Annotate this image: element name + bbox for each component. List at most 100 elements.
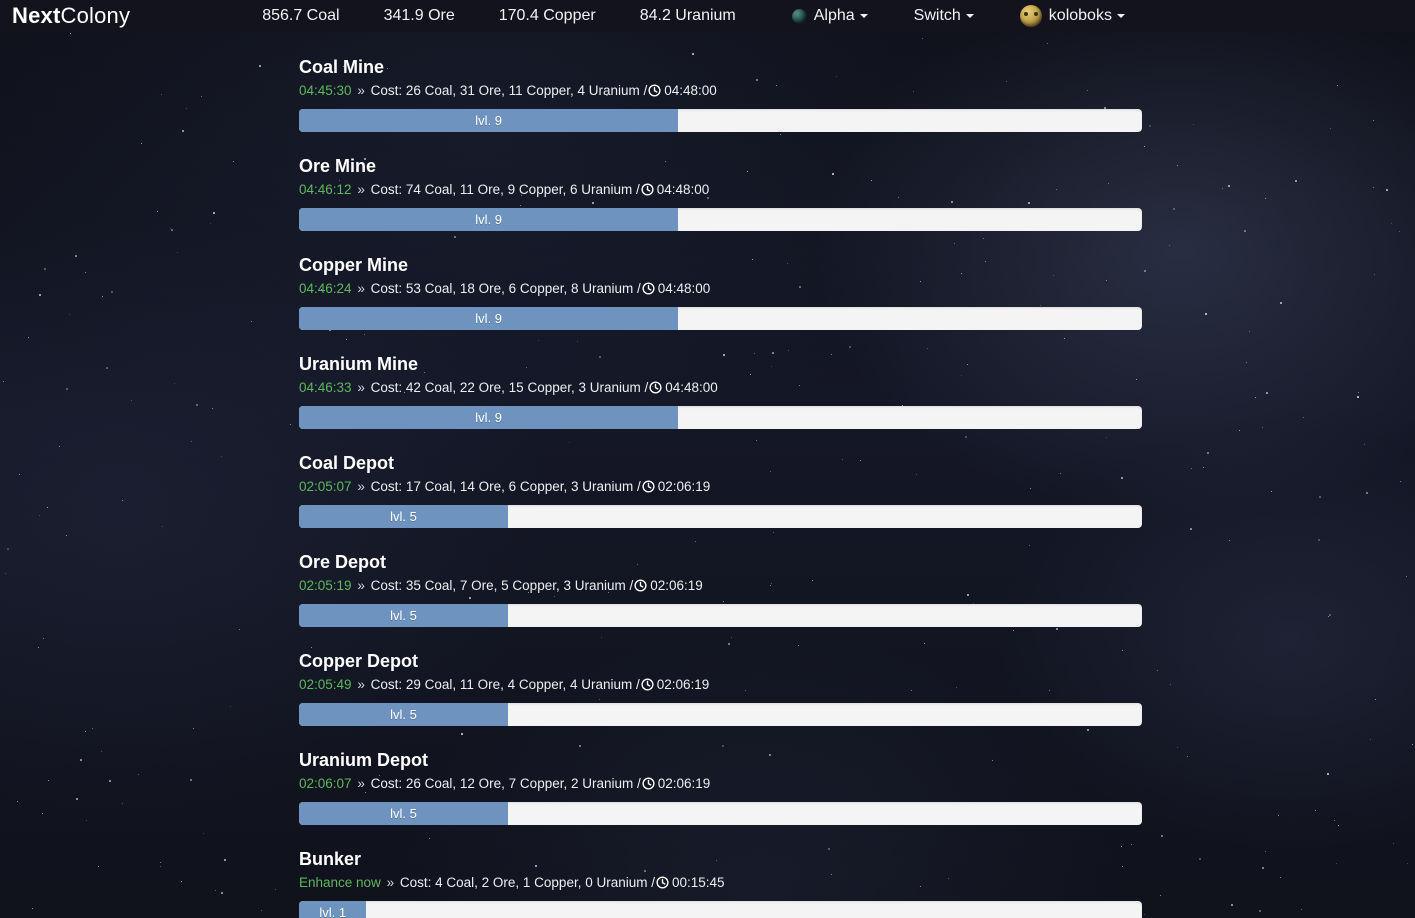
building-card: Bunker Enhance now » Cost: 4 Coal, 2 Ore,… [299, 848, 1142, 918]
clock-icon [642, 480, 655, 493]
building-name: Copper Mine [299, 255, 409, 275]
building-level-label: lvl. 9 [475, 410, 503, 425]
building-duration: 02:06:19 [657, 479, 711, 494]
building-level-label: lvl. 1 [319, 905, 347, 918]
chevron-down-icon [1116, 14, 1125, 18]
building-level-label: lvl. 5 [390, 806, 417, 821]
building-meta: Enhance now » Cost: 4 Coal, 2 Ore, 1 Cop… [299, 874, 1142, 892]
building-duration: 04:48:00 [664, 83, 717, 98]
resource-coal: 856.7 Coal [262, 7, 340, 24]
separator-icon: » [357, 578, 365, 593]
separator-icon: » [357, 281, 365, 296]
building-progress[interactable]: lvl. 5 [299, 505, 1142, 528]
build-timer: 02:06:07 [299, 776, 352, 791]
building-cost: Cost: 29 Coal, 11 Ore, 4 Copper, 4 Urani… [370, 677, 640, 692]
progress-fill: lvl. 9 [299, 307, 679, 330]
building-card: Ore Depot 02:05:19 » Cost: 35 Coal, 7 Ore… [299, 551, 1142, 627]
avatar [1019, 5, 1042, 27]
building-duration: 04:48:00 [665, 380, 718, 395]
building-card: Uranium Mine 04:46:33 » Cost: 42 Coal, 22… [299, 353, 1142, 429]
building-card: Coal Mine 04:45:30 » Cost: 26 Coal, 31 Or… [299, 56, 1142, 132]
building-meta: 02:06:07 » Cost: 26 Coal, 12 Ore, 7 Copp… [299, 775, 1142, 793]
building-progress[interactable]: lvl. 5 [299, 604, 1142, 627]
building-card: Copper Depot 02:05:49 » Cost: 29 Coal, 11… [299, 650, 1142, 726]
building-progress[interactable]: lvl. 9 [299, 109, 1142, 132]
building-meta: 04:46:12 » Cost: 74 Coal, 11 Ore, 9 Copp… [299, 181, 1142, 199]
planet-menu[interactable]: Alpha [791, 7, 868, 24]
building-name: Bunker [299, 849, 362, 869]
building-card: Coal Depot 02:05:07 » Cost: 17 Coal, 14 O… [299, 452, 1142, 528]
building-progress[interactable]: lvl. 9 [299, 307, 1142, 330]
building-cost: Cost: 42 Coal, 22 Ore, 15 Copper, 3 Uran… [370, 380, 649, 395]
building-cost: Cost: 35 Coal, 7 Ore, 5 Copper, 3 Uraniu… [370, 578, 634, 593]
building-level-label: lvl. 5 [390, 608, 417, 623]
building-level-label: lvl. 5 [390, 509, 417, 524]
building-name: Ore Depot [299, 552, 387, 572]
separator-icon: » [357, 776, 365, 791]
planet-menu-label: Alpha [813, 7, 855, 24]
planet-icon [791, 8, 807, 24]
build-timer: 04:46:24 [299, 281, 352, 296]
building-meta: 02:05:19 » Cost: 35 Coal, 7 Ore, 5 Coppe… [299, 577, 1142, 595]
building-progress[interactable]: lvl. 1 [299, 901, 1142, 918]
clock-icon [634, 579, 647, 592]
building-cost: Cost: 4 Coal, 2 Ore, 1 Copper, 0 Uranium… [399, 875, 655, 890]
building-list: Coal Mine 04:45:30 » Cost: 26 Coal, 31 Or… [299, 56, 1142, 918]
build-timer: 04:45:30 [299, 83, 352, 98]
separator-icon: » [357, 677, 365, 692]
switch-menu[interactable]: Switch [914, 8, 974, 24]
building-card: Uranium Depot 02:06:07 » Cost: 26 Coal, 1… [299, 749, 1142, 825]
building-cost: Cost: 26 Coal, 31 Ore, 11 Copper, 4 Uran… [370, 83, 648, 98]
progress-fill: lvl. 5 [299, 604, 509, 627]
building-name: Coal Depot [299, 453, 395, 473]
progress-fill: lvl. 9 [299, 406, 679, 429]
building-level-label: lvl. 9 [475, 212, 503, 227]
build-timer: 02:05:49 [299, 677, 352, 692]
separator-icon: » [357, 380, 365, 395]
clock-icon [642, 777, 655, 790]
separator-icon: » [357, 479, 365, 494]
resource-uranium: 84.2 Uranium [639, 7, 736, 24]
building-cost: Cost: 74 Coal, 11 Ore, 9 Copper, 6 Urani… [370, 182, 640, 197]
building-cost: Cost: 53 Coal, 18 Ore, 6 Copper, 8 Urani… [370, 281, 641, 296]
user-menu-label: koloboks [1048, 7, 1112, 24]
building-progress[interactable]: lvl. 5 [299, 802, 1142, 825]
separator-icon: » [357, 182, 365, 197]
building-name: Uranium Depot [299, 750, 429, 770]
separator-icon: » [386, 875, 395, 890]
progress-fill: lvl. 5 [299, 505, 509, 528]
building-duration: 02:06:19 [657, 776, 711, 791]
building-cost: Cost: 26 Coal, 12 Ore, 7 Copper, 2 Urani… [370, 776, 641, 791]
switch-menu-label: Switch [913, 7, 961, 24]
building-duration: 02:06:19 [650, 578, 703, 593]
building-progress[interactable]: lvl. 9 [299, 208, 1142, 231]
build-timer: 04:46:12 [299, 182, 352, 197]
building-level-label: lvl. 9 [475, 311, 503, 326]
main-content: Coal Mine 04:45:30 » Cost: 26 Coal, 31 Or… [0, 32, 1415, 918]
enhance-now-link[interactable]: Enhance now [299, 875, 381, 890]
resource-ore: 341.9 Ore [383, 7, 455, 24]
building-duration: 02:06:19 [656, 677, 710, 692]
building-meta: 04:46:33 » Cost: 42 Coal, 22 Ore, 15 Cop… [299, 379, 1142, 397]
progress-fill: lvl. 1 [299, 901, 367, 918]
progress-fill: lvl. 9 [299, 208, 679, 231]
building-meta: 04:46:24 » Cost: 53 Coal, 18 Ore, 6 Copp… [299, 280, 1142, 298]
user-menu[interactable]: koloboks [1019, 5, 1125, 27]
clock-icon [648, 84, 661, 97]
brand-light-text: Colony [60, 3, 131, 28]
building-name: Ore Mine [299, 156, 377, 176]
clock-icon [649, 381, 662, 394]
building-card: Ore Mine 04:46:12 » Cost: 74 Coal, 11 Ore… [299, 155, 1142, 231]
building-name: Coal Mine [299, 57, 385, 77]
separator-icon: » [357, 83, 365, 98]
building-duration: 04:48:00 [656, 182, 710, 197]
building-card: Copper Mine 04:46:24 » Cost: 53 Coal, 18 … [299, 254, 1142, 330]
brand-logo[interactable]: NextColony [12, 5, 130, 27]
build-timer: 02:05:07 [299, 479, 352, 494]
building-progress[interactable]: lvl. 5 [299, 703, 1142, 726]
building-progress[interactable]: lvl. 9 [299, 406, 1142, 429]
clock-icon [641, 678, 654, 691]
clock-icon [641, 183, 654, 196]
progress-fill: lvl. 9 [299, 109, 679, 132]
progress-fill: lvl. 5 [299, 703, 509, 726]
